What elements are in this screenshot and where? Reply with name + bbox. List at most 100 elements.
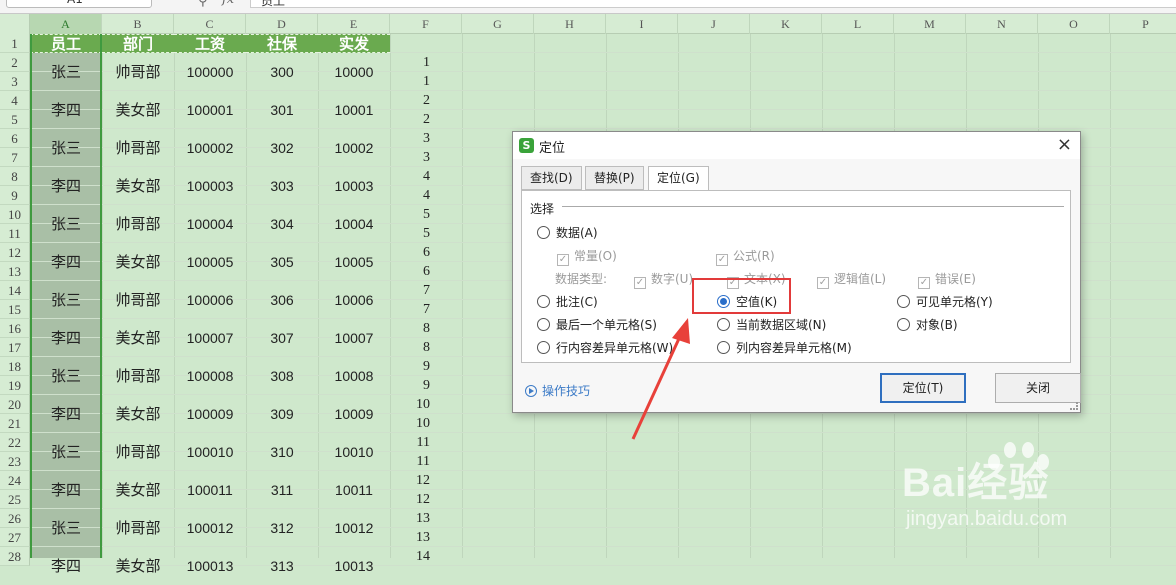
table-cell[interactable]: 10002 bbox=[318, 129, 390, 167]
row-header[interactable]: 16 bbox=[0, 319, 30, 338]
helper-cell-f[interactable]: 9 bbox=[390, 376, 462, 395]
table-cell[interactable]: 帅哥部 bbox=[102, 53, 174, 91]
table-cell[interactable]: 100013 bbox=[174, 547, 246, 585]
helper-cell-f[interactable]: 4 bbox=[390, 167, 462, 186]
radio-object[interactable]: 对象(B) bbox=[897, 316, 958, 333]
row-header[interactable]: 11 bbox=[0, 224, 30, 243]
table-cell[interactable]: 10013 bbox=[318, 547, 390, 585]
zoom-search-icon[interactable]: ⚲ bbox=[198, 0, 208, 9]
radio-visible-cells[interactable]: 可见单元格(Y) bbox=[897, 293, 993, 310]
row-header[interactable]: 15 bbox=[0, 300, 30, 319]
close-icon[interactable]: × bbox=[1057, 134, 1072, 155]
helper-cell-f[interactable]: 1 bbox=[390, 53, 462, 72]
row-header[interactable]: 28 bbox=[0, 547, 30, 566]
table-cell[interactable]: 帅哥部 bbox=[102, 433, 174, 471]
table-cell[interactable]: 100001 bbox=[174, 91, 246, 129]
table-cell[interactable]: 302 bbox=[246, 129, 318, 167]
helper-cell-f[interactable]: 13 bbox=[390, 509, 462, 528]
column-header-n[interactable]: N bbox=[966, 14, 1038, 34]
table-cell[interactable]: 312 bbox=[246, 509, 318, 547]
column-header-f[interactable]: F bbox=[390, 14, 462, 34]
helper-cell-f[interactable]: 1 bbox=[390, 72, 462, 91]
helper-cell-f[interactable] bbox=[390, 34, 462, 53]
table-cell[interactable]: 100004 bbox=[174, 205, 246, 243]
helper-cell-f[interactable]: 11 bbox=[390, 452, 462, 471]
row-header[interactable]: 14 bbox=[0, 281, 30, 300]
row-header[interactable]: 26 bbox=[0, 509, 30, 528]
name-box[interactable]: A1 bbox=[6, 0, 152, 8]
row-header[interactable]: 6 bbox=[0, 129, 30, 148]
table-header-cell[interactable]: 部门 bbox=[102, 34, 174, 53]
table-header-cell[interactable]: 社保 bbox=[246, 34, 318, 53]
table-cell[interactable]: 100003 bbox=[174, 167, 246, 205]
table-cell[interactable]: 美女部 bbox=[102, 547, 174, 585]
row-header[interactable]: 5 bbox=[0, 110, 30, 129]
row-header[interactable]: 22 bbox=[0, 433, 30, 452]
table-cell[interactable]: 10009 bbox=[318, 395, 390, 433]
table-cell[interactable]: 10000 bbox=[318, 53, 390, 91]
row-header[interactable]: 23 bbox=[0, 452, 30, 471]
column-header-p[interactable]: P bbox=[1110, 14, 1176, 34]
table-cell[interactable]: 10004 bbox=[318, 205, 390, 243]
row-header[interactable]: 13 bbox=[0, 262, 30, 281]
helper-cell-f[interactable]: 5 bbox=[390, 224, 462, 243]
table-cell[interactable]: 10010 bbox=[318, 433, 390, 471]
helper-cell-f[interactable]: 4 bbox=[390, 186, 462, 205]
column-header-o[interactable]: O bbox=[1038, 14, 1110, 34]
table-cell[interactable]: 306 bbox=[246, 281, 318, 319]
tab-replace[interactable]: 替换(P) bbox=[585, 166, 644, 190]
helper-cell-f[interactable]: 6 bbox=[390, 262, 462, 281]
table-cell[interactable]: 10007 bbox=[318, 319, 390, 357]
tab-goto[interactable]: 定位(G) bbox=[648, 166, 709, 191]
table-cell[interactable]: 301 bbox=[246, 91, 318, 129]
table-cell[interactable]: 100008 bbox=[174, 357, 246, 395]
tips-link[interactable]: 操作技巧 bbox=[525, 382, 590, 399]
close-button[interactable]: 关闭 bbox=[995, 373, 1081, 403]
table-cell[interactable]: 10011 bbox=[318, 471, 390, 509]
helper-cell-f[interactable]: 14 bbox=[390, 547, 462, 566]
table-header-cell[interactable]: 实发 bbox=[318, 34, 390, 53]
column-header-l[interactable]: L bbox=[822, 14, 894, 34]
column-header-e[interactable]: E bbox=[318, 14, 390, 34]
table-cell[interactable]: 100009 bbox=[174, 395, 246, 433]
column-header-m[interactable]: M bbox=[894, 14, 966, 34]
select-all-corner[interactable] bbox=[0, 14, 30, 34]
radio-comment[interactable]: 批注(C) bbox=[537, 293, 598, 310]
table-cell[interactable]: 313 bbox=[246, 547, 318, 585]
radio-col-diff[interactable]: 列内容差异单元格(M) bbox=[717, 339, 852, 356]
helper-cell-f[interactable]: 8 bbox=[390, 338, 462, 357]
helper-cell-f[interactable]: 8 bbox=[390, 319, 462, 338]
table-cell[interactable]: 308 bbox=[246, 357, 318, 395]
helper-cell-f[interactable]: 11 bbox=[390, 433, 462, 452]
column-header-g[interactable]: G bbox=[462, 14, 534, 34]
table-cell[interactable]: 100005 bbox=[174, 243, 246, 281]
table-cell[interactable]: 311 bbox=[246, 471, 318, 509]
table-cell[interactable]: 帅哥部 bbox=[102, 205, 174, 243]
locate-button[interactable]: 定位(T) bbox=[880, 373, 966, 403]
row-header[interactable]: 2 bbox=[0, 53, 30, 72]
table-cell[interactable]: 100011 bbox=[174, 471, 246, 509]
row-header[interactable]: 4 bbox=[0, 91, 30, 110]
column-header-i[interactable]: I bbox=[606, 14, 678, 34]
row-header[interactable]: 24 bbox=[0, 471, 30, 490]
table-cell[interactable]: 美女部 bbox=[102, 395, 174, 433]
table-cell[interactable]: 100012 bbox=[174, 509, 246, 547]
row-header[interactable]: 1 bbox=[0, 34, 30, 53]
row-header[interactable]: 9 bbox=[0, 186, 30, 205]
helper-cell-f[interactable]: 12 bbox=[390, 490, 462, 509]
table-cell[interactable]: 美女部 bbox=[102, 243, 174, 281]
row-header[interactable]: 10 bbox=[0, 205, 30, 224]
table-cell[interactable]: 300 bbox=[246, 53, 318, 91]
column-header-h[interactable]: H bbox=[534, 14, 606, 34]
table-cell[interactable]: 100000 bbox=[174, 53, 246, 91]
column-header-b[interactable]: B bbox=[102, 14, 174, 34]
table-cell[interactable]: 303 bbox=[246, 167, 318, 205]
table-cell[interactable]: 美女部 bbox=[102, 471, 174, 509]
column-header-j[interactable]: J bbox=[678, 14, 750, 34]
column-header-k[interactable]: K bbox=[750, 14, 822, 34]
table-cell[interactable]: 10006 bbox=[318, 281, 390, 319]
tab-find[interactable]: 查找(D) bbox=[521, 166, 582, 190]
formula-input[interactable]: 员工 bbox=[250, 0, 1176, 8]
helper-cell-f[interactable]: 3 bbox=[390, 129, 462, 148]
column-header-c[interactable]: C bbox=[174, 14, 246, 34]
